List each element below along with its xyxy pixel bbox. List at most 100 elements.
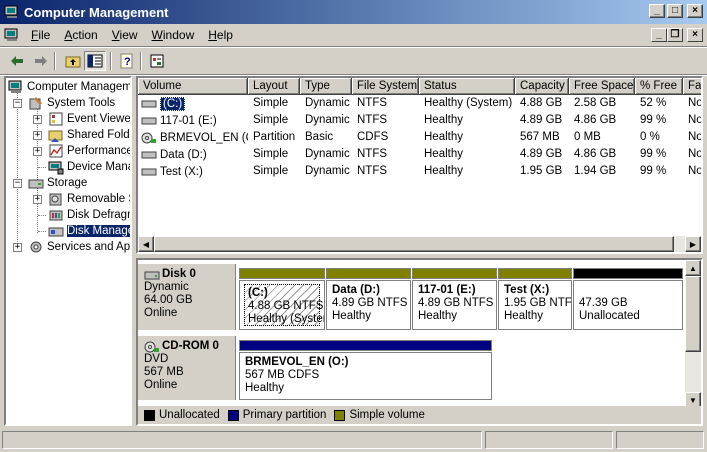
menu-window[interactable]: Window [145, 28, 202, 42]
tree-expander[interactable]: + [33, 147, 42, 156]
capacity-cell: 1.95 GB [520, 165, 563, 177]
toolbar: ? [0, 48, 707, 74]
partition-d[interactable]: Data (D:) 4.89 GB NTFS Healthy [326, 268, 411, 330]
fs-cell: CDFS [357, 131, 389, 143]
tree-item-event-viewer[interactable]: Event Viewer [48, 111, 130, 127]
help-button[interactable]: ? [116, 51, 138, 71]
cdrom-0-info[interactable]: CD-ROM 0 DVD 567 MB Online [138, 336, 236, 400]
partition-body: Test (X:) 1.95 GB NTFS Healthy [498, 280, 572, 330]
tree-expander[interactable]: + [33, 131, 42, 140]
column-header-volume[interactable]: Volume [138, 78, 248, 95]
scroll-up-button[interactable]: ▲ [685, 260, 701, 276]
legend-label: Simple volume [349, 409, 425, 421]
mmc-system-menu-icon[interactable] [4, 27, 20, 43]
fault-tolerance-cell: No [688, 165, 703, 177]
column-header-fault-tolerance[interactable]: Fault Tolerance [683, 78, 701, 95]
tree-item-system-tools[interactable]: System Tools [28, 95, 115, 111]
menu-action[interactable]: Action [57, 28, 104, 42]
tree-item-shared-folders[interactable]: Shared Folders [48, 127, 130, 143]
column-header-status[interactable]: Status [419, 78, 515, 95]
up-one-level-button[interactable] [62, 51, 84, 71]
type-cell: Basic [305, 131, 334, 143]
volume-name: Test (X:) [160, 165, 203, 178]
tree-item-services-and-applications[interactable]: Services and Applications [28, 239, 130, 255]
tree-item-disk-defragmenter[interactable]: Disk Defragmenter [48, 207, 130, 223]
partition-detail: 4.88 GB NTFS [248, 300, 324, 312]
partition-status: Healthy (System) [248, 313, 324, 325]
tree-item-device-manager[interactable]: Device Manager [48, 159, 130, 175]
menu-bar: File Action View Window Help [0, 24, 707, 46]
column-header-layout[interactable]: Layout [248, 78, 300, 95]
scroll-left-button[interactable]: ◀ [138, 236, 154, 252]
volume-name: 117-01 (E:) [160, 114, 217, 127]
column-header-percent-free[interactable]: % Free [635, 78, 683, 95]
minimize-button[interactable]: _ [649, 4, 665, 18]
disk-defragmenter-icon [49, 210, 63, 221]
partition-x[interactable]: Test (X:) 1.95 GB NTFS Healthy [498, 268, 572, 330]
forward-button[interactable] [30, 51, 52, 71]
tree-expander[interactable]: − [13, 179, 22, 188]
tree-item-removable-storage[interactable]: Removable Storage [48, 191, 130, 207]
tree-line [17, 92, 18, 248]
capacity-cell: 4.89 GB [520, 148, 563, 160]
unallocated-space[interactable]: 47.39 GB Unallocated [573, 268, 683, 330]
cdrom-0-state: Online [144, 379, 178, 391]
partition-e[interactable]: 117-01 (E:) 4.89 GB NTFS Healthy [412, 268, 497, 330]
partition-c[interactable]: (C:) 4.88 GB NTFS Healthy (System) [239, 268, 325, 330]
mdi-restore-button[interactable]: ❐ [667, 28, 683, 42]
menu-file[interactable]: File [24, 28, 57, 42]
tree-item-computer-management[interactable]: Computer Management (Local) [8, 79, 132, 95]
tree-label: Performance Logs and Alerts [67, 145, 132, 157]
toolbar-separator [110, 52, 112, 70]
legend-item-unallocated: Unallocated [142, 409, 220, 421]
disk-management-icon [48, 227, 64, 237]
tree-label: Storage [47, 177, 88, 189]
vertical-scrollbar[interactable]: ▲ ▼ [685, 260, 701, 408]
column-header-free-space[interactable]: Free Space [569, 78, 635, 95]
tree-expander[interactable]: + [13, 243, 22, 252]
system-tools-icon [29, 97, 42, 110]
mdi-minimize-button[interactable]: _ [651, 28, 667, 42]
cdrom-0-size: 567 MB [144, 366, 184, 378]
tree-label: Shared Folders [67, 129, 130, 141]
tree-expander[interactable]: + [33, 115, 42, 124]
percent-free-cell: 0 % [640, 131, 660, 143]
column-header-file-system[interactable]: File System [352, 78, 419, 95]
close-button[interactable]: × [687, 4, 703, 18]
scroll-thumb[interactable] [685, 276, 701, 352]
fs-cell: NTFS [357, 97, 388, 109]
show-hide-console-tree-button[interactable] [84, 51, 106, 71]
mdi-close-button[interactable]: × [687, 28, 703, 42]
cdrom-0-name: CD-ROM 0 [162, 340, 219, 352]
legend-item-simple-volume: Simple volume [332, 409, 425, 421]
tree-expander[interactable]: − [13, 99, 22, 108]
toolbar-separator [54, 52, 56, 70]
tree-item-storage[interactable]: Storage [28, 175, 87, 191]
tree-item-disk-management[interactable]: Disk Management [48, 223, 130, 239]
scroll-thumb[interactable] [154, 236, 674, 252]
disk-0-info[interactable]: Disk 0 Dynamic 64.00 GB Online [138, 264, 236, 330]
status-cell: Healthy (System) [424, 97, 513, 109]
tree-line [38, 167, 46, 168]
partition-status: Unallocated [579, 310, 640, 322]
menu-view[interactable]: View [105, 28, 145, 42]
column-header-type[interactable]: Type [300, 78, 352, 95]
selected-partition-outline: (C:) 4.88 GB NTFS Healthy (System) [244, 284, 324, 326]
status-pane-3 [616, 431, 704, 449]
scroll-right-button[interactable]: ▶ [685, 236, 701, 252]
tree-label: Computer Management (Local) [27, 81, 132, 93]
back-button[interactable] [6, 51, 28, 71]
tree-expander[interactable]: + [33, 195, 42, 204]
legend-swatch [227, 409, 239, 421]
tree-item-performance-logs[interactable]: Performance Logs and Alerts [48, 143, 132, 159]
volume-cell: (C:) [138, 95, 248, 112]
partition-o[interactable]: BRMEVOL_EN (O:) 567 MB CDFS Healthy [239, 340, 492, 400]
disk-0-type: Dynamic [144, 281, 189, 293]
maximize-button[interactable]: □ [667, 4, 683, 18]
volume-name: BRMEVOL_EN (O:) [160, 131, 248, 144]
properties-button[interactable] [146, 51, 168, 71]
column-header-capacity[interactable]: Capacity [515, 78, 569, 95]
volume-cell: Data (D:) [138, 146, 248, 163]
horizontal-scrollbar[interactable]: ◀ ▶ [138, 236, 701, 252]
menu-help[interactable]: Help [201, 28, 240, 42]
